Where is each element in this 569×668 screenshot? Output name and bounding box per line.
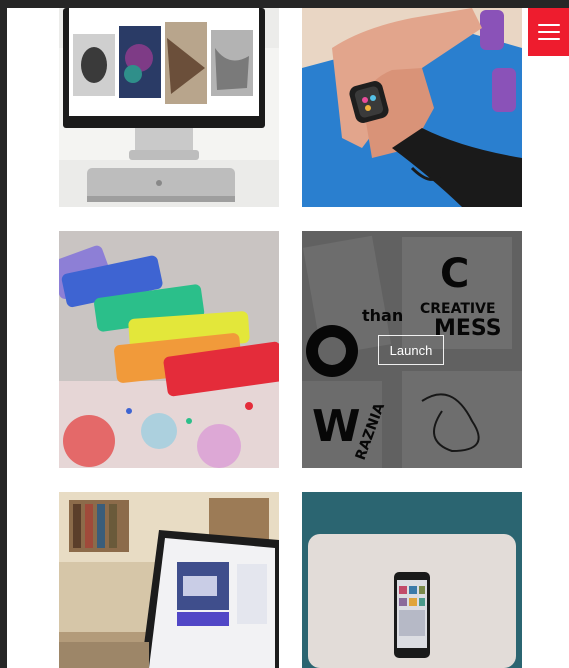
portfolio-item-desktop[interactable] xyxy=(59,8,279,207)
window-border-top xyxy=(0,0,569,8)
laptop-image xyxy=(59,492,279,668)
hamburger-menu-button[interactable] xyxy=(528,8,569,56)
hamburger-menu-icon-line-3 xyxy=(537,38,560,40)
portfolio-item-phone[interactable] xyxy=(302,492,522,668)
hamburger-menu-icon xyxy=(537,24,560,26)
portfolio-item-laptop[interactable] xyxy=(59,492,279,668)
hamburger-menu-icon-line-2 xyxy=(537,31,560,33)
page: C CREATIVE MESS than W RAZNIA Launch xyxy=(0,0,569,668)
portfolio-item-smartwatch[interactable] xyxy=(302,8,522,207)
portfolio-item-creative-mess[interactable]: C CREATIVE MESS than W RAZNIA Launch xyxy=(302,231,522,468)
chalks-image xyxy=(59,231,279,468)
launch-button[interactable]: Launch xyxy=(378,335,444,365)
portfolio-item-chalks[interactable] xyxy=(59,231,279,468)
window-border-left xyxy=(0,0,7,668)
desktop-computer-image xyxy=(59,8,279,207)
phone-on-laptop-image xyxy=(302,492,522,668)
smartwatch-image xyxy=(302,8,522,207)
